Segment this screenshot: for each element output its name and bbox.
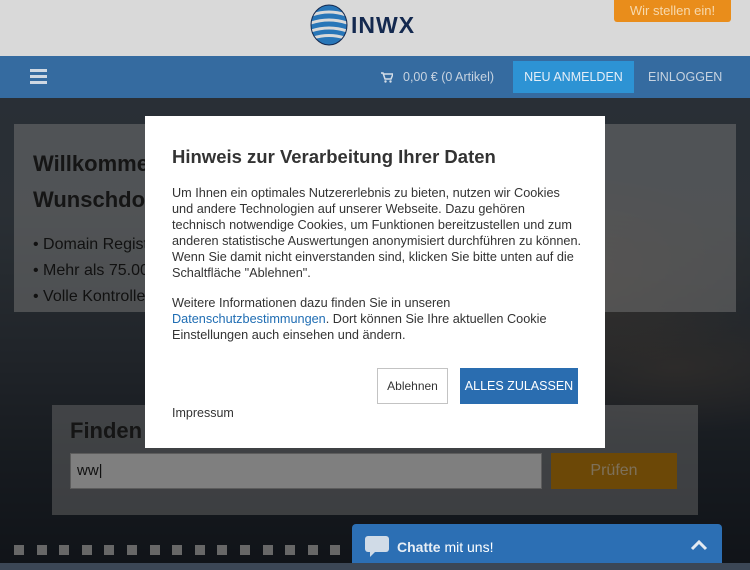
privacy-policy-link[interactable]: Datenschutzbestimmungen — [172, 312, 326, 326]
menu-icon[interactable] — [30, 69, 47, 84]
top-header: INWX Wir stellen ein! — [0, 0, 750, 56]
logo-text: INWX — [351, 11, 416, 38]
jobs-button[interactable]: Wir stellen ein! — [614, 0, 731, 22]
cart-label: 0,00 € (0 Artikel) — [403, 70, 495, 84]
brand-logo[interactable]: INWX — [309, 2, 415, 48]
dialog-paragraph-privacy: Weitere Informationen dazu finden Sie in… — [172, 295, 582, 343]
chat-label-rest: mit uns! — [440, 539, 494, 555]
chevron-up-icon[interactable] — [690, 540, 708, 551]
decline-button[interactable]: Ablehnen — [377, 368, 448, 404]
dialog-title: Hinweis zur Verarbeitung Ihrer Daten — [172, 146, 496, 167]
globe-logo-icon — [310, 4, 348, 46]
cart-link[interactable]: 0,00 € (0 Artikel) — [381, 56, 494, 98]
chat-widget[interactable]: Chatte mit uns! — [352, 524, 722, 563]
accept-all-button[interactable]: ALLES ZULASSEN — [460, 368, 578, 404]
main-nav: 0,00 € (0 Artikel) NEU ANMELDEN EINLOGGE… — [0, 56, 750, 98]
imprint-link[interactable]: Impressum — [172, 406, 234, 420]
chat-label: Chatte mit uns! — [397, 524, 493, 570]
login-link[interactable]: EINLOGGEN — [648, 56, 722, 98]
cart-icon — [381, 71, 393, 83]
privacy-text-before: Weitere Informationen dazu finden Sie in… — [172, 296, 451, 310]
cookie-consent-dialog: Hinweis zur Verarbeitung Ihrer Daten Um … — [145, 116, 605, 448]
dialog-paragraph: Um Ihnen ein optimales Nutzererlebnis zu… — [172, 186, 582, 280]
chat-label-bold: Chatte — [397, 539, 441, 555]
chat-bubble-icon — [365, 536, 389, 557]
register-button[interactable]: NEU ANMELDEN — [513, 61, 634, 93]
